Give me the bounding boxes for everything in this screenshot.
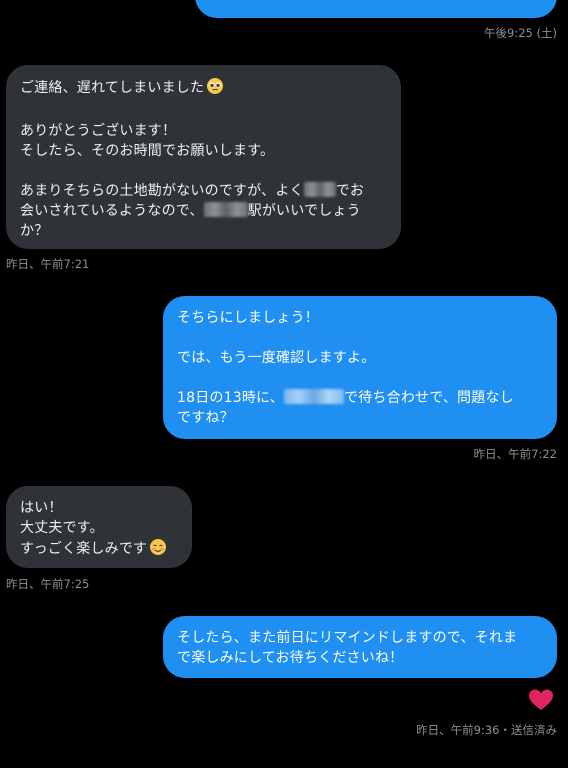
message-bubble-outgoing[interactable]: そしたら、また前日にリマインドしますので、それま で楽しみにしてお待ちくださいね… (163, 616, 557, 678)
previous-message-bubble[interactable] (195, 0, 557, 18)
message-text: で待ち合わせで、問題なし (344, 390, 514, 406)
message-timestamp-sent-status: 昨日、午前9:36・送信済み (416, 723, 557, 737)
heart-icon[interactable] (528, 688, 554, 712)
message-text: 18日の13時に、 (177, 390, 285, 406)
message-bubble-incoming[interactable]: はい！ 大丈夫です。 すっごく楽しみです (6, 486, 192, 568)
message-text: あまりそちらの土地勘がないのですが、よく (20, 183, 304, 199)
message-text: そしたら、また前日にリマインドしますので、それま で楽しみにしてお待ちくださいね… (177, 630, 518, 666)
message-text: そちらにしましょう！ (177, 310, 319, 326)
message-timestamp: 午後9:25 (土) (484, 26, 557, 40)
message-text: はい！ 大丈夫です。 すっごく楽しみです (20, 500, 148, 557)
redacted-text (284, 389, 345, 404)
redacted-text (203, 202, 248, 217)
message-text: ご連絡、遅れてしまいました (20, 80, 205, 96)
message-bubble-outgoing[interactable]: そちらにしましょう！ では、もう一度確認しますよ。 18日の13時に、 で待ち合わ… (163, 296, 557, 439)
message-text: 駅がいいでしょう (247, 203, 361, 219)
smiling-blush-emoji (149, 538, 167, 562)
pleading-face-emoji (206, 77, 224, 101)
message-text: では、もう一度確認しますよ。 (177, 350, 376, 366)
message-text: か？ (20, 223, 49, 239)
message-timestamp: 昨日、午前7:25 (6, 577, 90, 591)
message-text: 会いされているようなので、 (20, 203, 204, 219)
message-text: でお (335, 183, 365, 199)
message-timestamp: 昨日、午前7:22 (473, 447, 557, 461)
redacted-text (303, 182, 336, 197)
message-text: ですね？ (177, 410, 234, 426)
message-bubble-incoming[interactable]: ご連絡、遅れてしまいました ありがとうございます！ そしたら、そのお時間でお願い… (6, 65, 401, 249)
message-text: ありがとうございます！ そしたら、そのお時間でお願いします。 (20, 123, 275, 159)
message-timestamp: 昨日、午前7:21 (6, 257, 90, 271)
